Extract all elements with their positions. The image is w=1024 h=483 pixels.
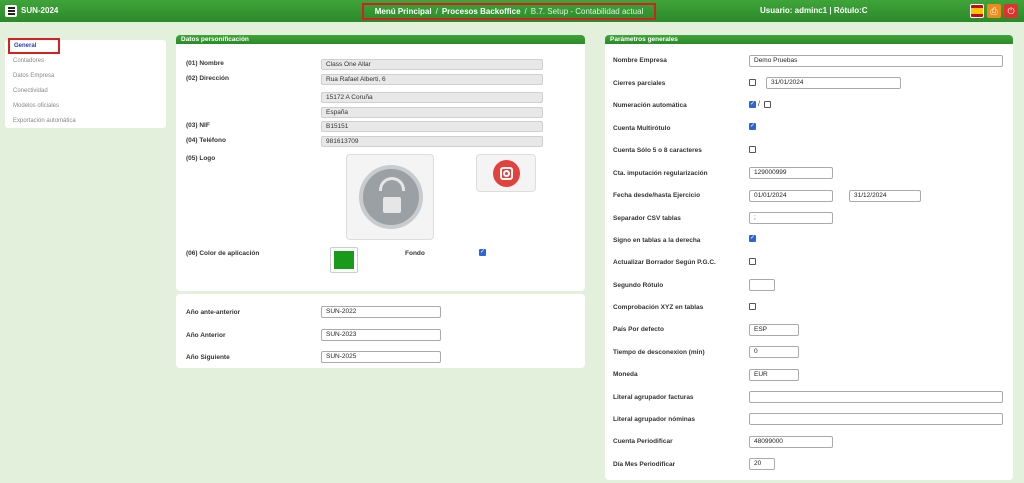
sidemenu-item-exportacion-automatica[interactable]: Exportación automática [5,114,166,129]
separador-csv-label: Separador CSV tablas [613,215,681,222]
nombre-label: (01) Nombre [186,60,224,67]
literal-facturas-input[interactable] [749,391,1003,403]
company-code: SUN-2024 [21,6,59,15]
ano-ante-anterior-label: Año ante-anterior [186,309,241,316]
pais-defecto-label: País Por defecto [613,326,664,333]
direccion-line3-field: España [321,107,543,118]
color-label: (06) Color de aplicación [186,250,260,257]
panel-header: Parámetros generales [605,35,1013,44]
literal-nominas-label: Literal agrupador nóminas [613,416,695,423]
instagram-image[interactable] [476,154,536,192]
actualizar-borrador-label: Actualizar Borrador Según P.G.C. [613,259,716,266]
nombre-empresa-label: Nombre Empresa [613,57,667,64]
ano-siguiente-input[interactable]: SUN-2025 [321,351,441,363]
numeracion-slash: / [758,101,760,108]
direccion-line2-field: 15172 A Coruña [321,92,543,103]
nombre-empresa-input[interactable]: Demo Pruebas [749,55,1003,67]
nif-field: B15151 [321,121,543,132]
multirotulo-checkbox[interactable]: ✓ [749,123,756,130]
direccion-label: (02) Dirección [186,75,229,82]
fondo-label: Fondo [405,250,425,257]
power-icon[interactable]: ⏻ [1004,4,1018,18]
breadcrumb: Menú Principal / Procesos Backoffice / B… [362,3,656,20]
years-panel: Año ante-anterior SUN-2022 Año Anterior … [176,294,585,368]
cuenta-solo-checkbox[interactable] [749,146,756,153]
cuenta-periodificar-input[interactable]: 48099000 [749,436,833,448]
segundo-rotulo-input[interactable] [749,279,775,291]
segundo-rotulo-label: Segundo Rótulo [613,282,664,289]
hamburger-menu-icon[interactable] [5,5,17,17]
multirotulo-label: Cuenta Multirótulo [613,125,671,132]
parametros-panel: Parámetros generales Nombre Empresa Demo… [605,35,1013,480]
moneda-input[interactable]: EUR [749,369,799,381]
side-menu: General Contadores Datos Empresa Conecti… [5,38,166,129]
breadcrumb-menu-principal[interactable]: Menú Principal [375,7,432,16]
fecha-ejercicio-label: Fecha desde/hasta Ejercicio [613,192,701,199]
cta-regularizacion-label: Cta. imputación regularización [613,170,708,177]
ano-siguiente-label: Año Siguiente [186,354,230,361]
dia-mes-periodificar-input[interactable]: 20 [749,458,775,470]
sidemenu-item-conectividad[interactable]: Conectividad [5,84,166,99]
sidemenu-item-datos-empresa[interactable]: Datos Empresa [5,69,166,84]
telefono-label: (04) Teléfono [186,137,226,144]
moneda-label: Moneda [613,371,638,378]
breadcrumb-current: B.7. Setup - Contabilidad actual [530,7,644,16]
sidemenu-item-general[interactable]: General [8,38,60,54]
fecha-hasta-input[interactable]: 31/12/2024 [849,190,921,202]
breadcrumb-separator: / [435,7,438,16]
breadcrumb-procesos-backoffice[interactable]: Procesos Backoffice [442,7,521,16]
cierres-parciales-label: Cierres parciales [613,80,666,87]
instagram-icon [493,160,520,187]
nif-label: (03) NIF [186,122,210,129]
sidemenu-item-contadores[interactable]: Contadores [5,54,166,69]
cierres-date-input[interactable]: 31/01/2024 [766,77,901,89]
literal-nominas-input[interactable] [749,413,1003,425]
fondo-checkbox[interactable]: ✓ [479,249,486,256]
comprobacion-xyz-checkbox[interactable] [749,303,756,310]
ano-anterior-input[interactable]: SUN-2023 [321,329,441,341]
fecha-desde-input[interactable]: 01/01/2024 [749,190,833,202]
tiempo-desconexion-label: Tiempo de desconexion (min) [613,349,705,356]
spain-flag-icon[interactable] [970,4,984,18]
logo-image[interactable] [346,154,434,240]
dia-mes-periodificar-label: Día Mes Periodificar [613,461,676,468]
signo-derecha-label: Signo en tablas a la derecha [613,237,701,244]
breadcrumb-separator: / [524,7,527,16]
comprobacion-xyz-label: Comprobación XYZ en tablas [613,304,704,311]
top-icons: ⎙ ⏻ [970,4,1018,18]
logo-emblem-icon [359,165,423,229]
ano-ante-anterior-input[interactable]: SUN-2022 [321,306,441,318]
cierres-parciales-checkbox[interactable] [749,79,756,86]
top-bar: SUN-2024 Menú Principal / Procesos Backo… [0,0,1024,22]
print-icon[interactable]: ⎙ [987,4,1001,18]
cuenta-periodificar-label: Cuenta Periodificar [613,438,673,445]
actualizar-borrador-checkbox[interactable] [749,258,756,265]
pais-defecto-input[interactable]: ESP [749,324,799,336]
app-color-swatch[interactable] [330,247,358,273]
sidemenu-item-modelos-oficiales[interactable]: Modelos oficiales [5,99,166,114]
signo-derecha-checkbox[interactable]: ✓ [749,235,756,242]
personalizacion-panel: Datos personificación (01) Nombre Class … [176,35,585,291]
numeracion-checkbox-2[interactable] [764,101,771,108]
user-info: Usuario: adminc1 | Rótulo:C [760,6,868,15]
cuenta-solo-label: Cuenta Sólo 5 o 8 caracteres [613,147,702,154]
panel-header: Datos personificación [176,35,585,44]
tiempo-desconexion-input[interactable]: 0 [749,346,799,358]
separador-csv-input[interactable]: ; [749,212,833,224]
cta-regularizacion-input[interactable]: 129000999 [749,167,833,179]
numeracion-label: Numeración automática [613,102,687,109]
telefono-field: 981613709 [321,136,543,147]
ano-anterior-label: Año Anterior [186,332,226,339]
literal-facturas-label: Literal agrupador facturas [613,394,694,401]
numeracion-checkbox-1[interactable]: ✓ [749,101,756,108]
direccion-line1-field: Rua Rafael Alberti, 6 [321,74,543,85]
nombre-field: Class One Allar [321,59,543,70]
logo-label: (05) Logo [186,155,216,162]
